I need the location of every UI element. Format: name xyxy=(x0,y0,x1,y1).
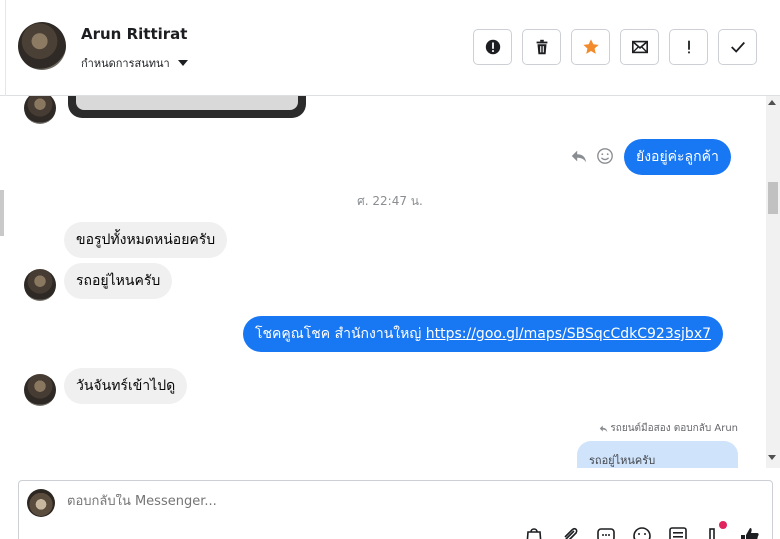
composer-toolbar xyxy=(523,521,761,539)
scroll-thumb[interactable] xyxy=(768,182,778,214)
outgoing-message-with-link[interactable]: โชคคูณโชค สำนักงานใหญ่ https://goo.gl/ma… xyxy=(243,316,724,352)
like-icon[interactable] xyxy=(739,525,761,539)
outgoing-message[interactable]: ยังอยู่ค่ะลูกค้า xyxy=(624,139,731,175)
chat-scrollbar[interactable] xyxy=(766,96,780,468)
incoming-message[interactable]: รถอยู่ไหนครับ xyxy=(64,263,173,299)
trash-icon xyxy=(536,39,547,55)
exclamation-icon xyxy=(687,40,690,54)
conversation-schedule-label: กำหนดการสนทนา xyxy=(81,57,170,70)
caret-down-icon xyxy=(177,60,188,66)
panel-divider xyxy=(0,0,6,96)
message-timestamp: ศ. 22:47 น. xyxy=(357,194,423,208)
conversation-header: Arun Rittirat กำหนดการสนทนา xyxy=(0,0,780,96)
contact-name[interactable]: Arun Rittirat xyxy=(81,25,187,43)
conversation-schedule-dropdown[interactable]: กำหนดการสนทนา xyxy=(81,54,188,72)
bag-icon[interactable] xyxy=(523,525,545,539)
spam-button[interactable] xyxy=(473,29,512,65)
conversation-actions xyxy=(473,29,757,65)
star-button[interactable] xyxy=(571,29,610,65)
reply-context: รถยนต์มือสอง ตอบกลับ Arun xyxy=(599,421,738,436)
reply-arrow-icon xyxy=(600,425,608,433)
scroll-up-arrow-icon[interactable] xyxy=(768,100,776,105)
follow-up-button[interactable] xyxy=(669,29,708,65)
message-composer xyxy=(18,480,773,539)
check-icon xyxy=(730,41,745,53)
alert-circle-icon xyxy=(485,39,500,55)
envelope-icon xyxy=(631,40,648,54)
reply-context-label: รถยนต์มือสอง ตอบกลับ Arun xyxy=(610,423,738,434)
incoming-message[interactable]: วันจันทร์เข้าไปดู xyxy=(64,368,188,404)
delete-button[interactable] xyxy=(522,29,561,65)
contact-avatar-small xyxy=(24,269,56,301)
page-avatar xyxy=(27,489,55,517)
emoji-reaction-icon[interactable] xyxy=(596,147,614,165)
done-button[interactable] xyxy=(718,29,757,65)
maps-link[interactable]: https://goo.gl/maps/SBSqcCdkC923sjbx7 xyxy=(426,326,711,342)
message-tools xyxy=(570,147,614,165)
contact-avatar[interactable] xyxy=(18,22,66,70)
appointment-icon[interactable] xyxy=(703,521,727,539)
mark-unread-button[interactable] xyxy=(620,29,659,65)
saved-replies-icon[interactable] xyxy=(595,525,617,539)
message-thread: ยังอยู่ค่ะลูกค้า ศ. 22:47 น. ขอรูปทั้งหม… xyxy=(0,96,780,468)
template-icon[interactable] xyxy=(667,525,689,539)
quoted-message[interactable]: รถอยู่ไหนครับ xyxy=(577,441,738,468)
scroll-down-arrow-icon[interactable] xyxy=(768,455,776,460)
contact-avatar-small xyxy=(24,374,56,406)
reply-icon[interactable] xyxy=(570,147,588,165)
star-icon xyxy=(582,39,599,54)
paperclip-icon[interactable] xyxy=(559,525,581,539)
emoji-icon[interactable] xyxy=(631,525,653,539)
message-text: โชคคูณโชค สำนักงานใหญ่ xyxy=(255,326,426,342)
notification-dot xyxy=(719,521,727,529)
incoming-message[interactable]: ขอรูปทั้งหมดหน่อยครับ xyxy=(64,222,228,258)
contact-avatar-small xyxy=(24,96,56,124)
reply-input[interactable] xyxy=(67,494,467,509)
image-attachment[interactable] xyxy=(68,96,306,118)
